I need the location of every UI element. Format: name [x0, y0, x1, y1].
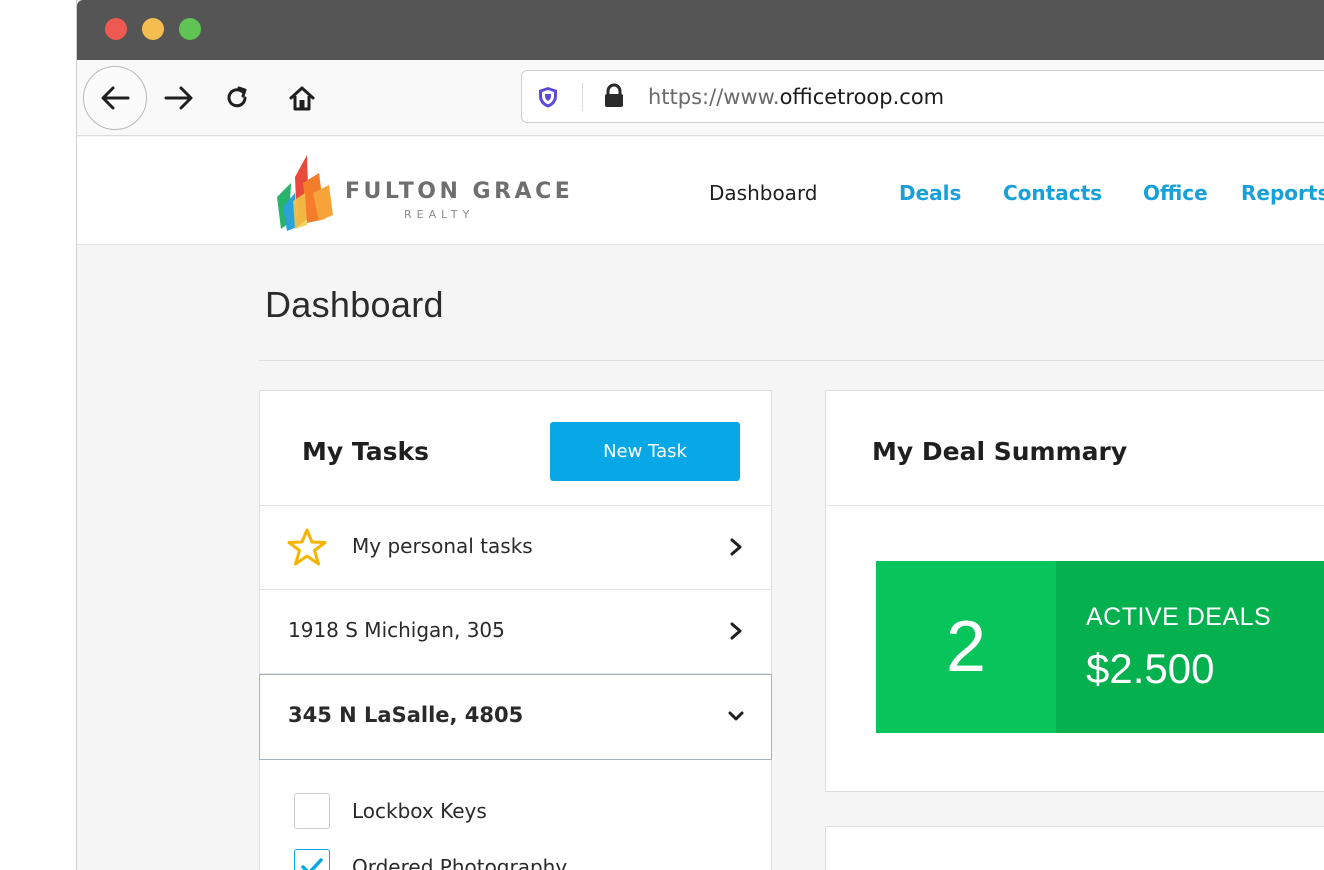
task-checkbox[interactable] [294, 793, 330, 829]
url-text[interactable]: https://www.officetroop.com [648, 83, 944, 111]
address-bar[interactable]: https://www.officetroop.com [521, 70, 1324, 123]
deal-info-box: ACTIVE DEALS $2.500 [1056, 561, 1324, 733]
my-tasks-title: My Tasks [302, 437, 429, 466]
back-button[interactable] [83, 66, 147, 130]
task-group-label: 345 N LaSalle, 4805 [288, 703, 524, 727]
task-group-label: My personal tasks [352, 534, 533, 558]
browser-window: https://www.officetroop.com FULTON GRACE… [76, 0, 1324, 870]
url-prefix: https://www. [648, 85, 780, 109]
task-checklist-label: Ordered Photography [352, 855, 568, 870]
arrow-right-icon [164, 86, 193, 110]
nav-office[interactable]: Office [1143, 181, 1208, 205]
arrow-left-icon [101, 86, 130, 110]
task-group-label: 1918 S Michigan, 305 [288, 618, 505, 642]
task-group-michigan[interactable]: 1918 S Michigan, 305 [260, 590, 771, 674]
checkmark-icon [301, 858, 323, 870]
reload-icon [227, 86, 247, 108]
reload-button[interactable] [217, 78, 257, 118]
chevron-right-icon [730, 622, 742, 640]
minimize-window-button[interactable] [142, 18, 164, 40]
nav-reports[interactable]: Reports [1241, 181, 1324, 205]
my-tasks-card: My Tasks New Task My personal tasks 1918… [259, 390, 772, 870]
title-divider [259, 360, 1324, 361]
company-logo[interactable]: FULTON GRACE REALTY [273, 151, 613, 231]
deal-count-box: 2 [876, 561, 1056, 733]
chevron-down-icon [728, 711, 744, 721]
home-icon [289, 86, 315, 111]
building-logo-icon [277, 155, 333, 231]
task-checklist-label: Lockbox Keys [352, 799, 487, 823]
task-group-lasalle[interactable]: 345 N LaSalle, 4805 [259, 674, 772, 760]
my-deal-summary-card: My Deal Summary 2 ACTIVE DEALS $2.500 [825, 390, 1324, 792]
active-deals-label: ACTIVE DEALS [1086, 603, 1272, 631]
url-domain: officetroop.com [779, 85, 945, 109]
forward-button[interactable] [157, 78, 201, 118]
nav-contacts[interactable]: Contacts [1003, 181, 1102, 205]
browser-toolbar: https://www.officetroop.com [77, 60, 1324, 136]
app-header: FULTON GRACE REALTY Dashboard Deals Cont… [77, 137, 1324, 245]
chevron-right-icon [730, 538, 742, 556]
active-deals-count: 2 [945, 607, 987, 687]
active-deals-tile[interactable]: 2 ACTIVE DEALS $2.500 [876, 561, 1324, 733]
maximize-window-button[interactable] [179, 18, 201, 40]
title-bar [77, 0, 1324, 60]
shield-icon[interactable] [536, 85, 560, 109]
logo-name: FULTON GRACE [345, 179, 574, 204]
nav-dashboard[interactable]: Dashboard [709, 181, 818, 205]
deal-divider [826, 505, 1324, 506]
active-deals-amount: $2.500 [1086, 645, 1215, 692]
deal-summary-title: My Deal Summary [872, 437, 1128, 466]
new-task-button[interactable]: New Task [550, 422, 740, 481]
nav-deals[interactable]: Deals [899, 181, 961, 205]
url-separator [582, 83, 583, 111]
task-group-personal[interactable]: My personal tasks [260, 506, 771, 590]
page-title: Dashboard [265, 284, 444, 325]
task-checkbox-checked[interactable] [294, 849, 330, 870]
logo-subtitle: REALTY [404, 208, 475, 221]
home-button[interactable] [282, 78, 322, 118]
secondary-card [825, 826, 1324, 870]
lock-icon[interactable] [602, 83, 626, 109]
star-icon [287, 528, 327, 566]
close-window-button[interactable] [105, 18, 127, 40]
